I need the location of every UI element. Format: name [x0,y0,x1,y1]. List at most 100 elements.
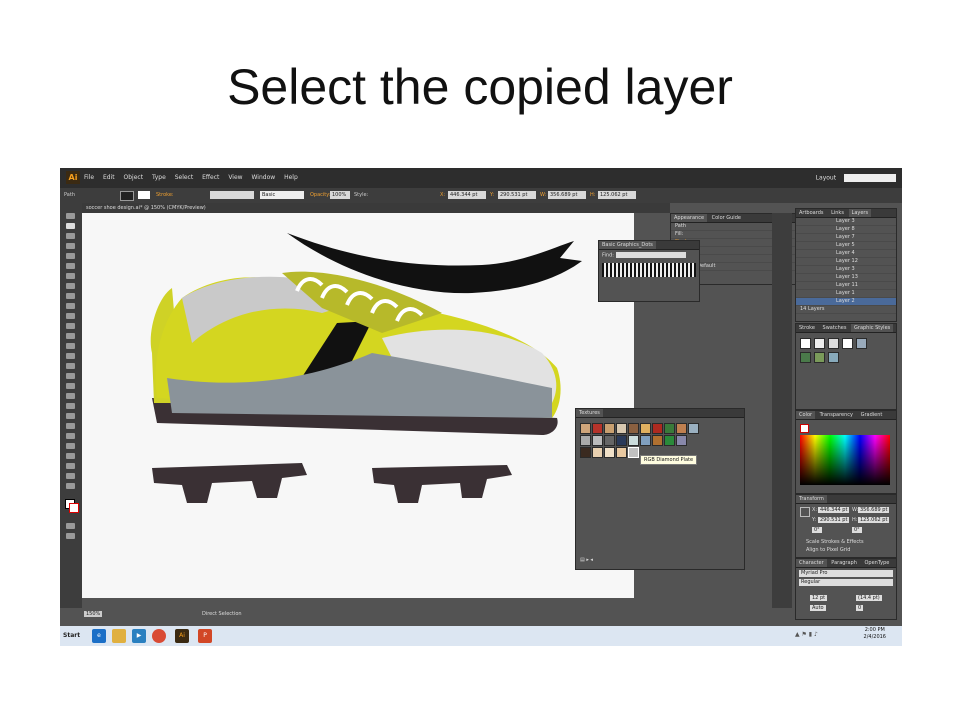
style-swatch[interactable] [856,338,867,349]
lasso-tool-icon[interactable] [66,243,75,249]
y-field[interactable]: 290.531 pt [498,191,536,199]
artboard-tool-icon[interactable] [66,453,75,459]
layer-row[interactable]: Layer 12 [796,258,896,266]
font-style-field[interactable]: Regular [799,579,893,586]
magic-wand-tool-icon[interactable] [66,233,75,239]
layer-row[interactable]: Layer 3 [796,266,896,274]
reference-point-icon[interactable] [800,507,810,517]
menu-file[interactable]: File [84,174,94,181]
pencil-tool-icon[interactable] [66,303,75,309]
texture-swatch[interactable] [604,423,615,434]
texture-swatch[interactable] [616,423,627,434]
texture-swatch-selected[interactable] [628,447,639,458]
menu-object[interactable]: Object [124,174,144,181]
slice-tool-icon[interactable] [66,463,75,469]
draw-mode-icon[interactable] [66,523,75,529]
texture-swatch[interactable] [604,447,615,458]
menu-help[interactable]: Help [284,174,298,181]
pen-tool-icon[interactable] [66,253,75,259]
line-tool-icon[interactable] [66,273,75,279]
texture-swatch[interactable] [688,423,699,434]
shape-builder-tool-icon[interactable] [66,373,75,379]
tab-swatches[interactable]: Swatches [820,324,850,332]
menu-effect[interactable]: Effect [202,174,219,181]
fill-swatch[interactable] [120,191,134,201]
layer-row[interactable]: Layer 7 [796,234,896,242]
texture-swatch[interactable] [664,423,675,434]
mesh-tool-icon[interactable] [66,393,75,399]
document-tab-label[interactable]: soccer shoe design.ai* @ 150% (CMYK/Prev… [86,205,206,211]
texture-swatch[interactable] [592,423,603,434]
blob-brush-tool-icon[interactable] [66,313,75,319]
perspective-grid-tool-icon[interactable] [66,383,75,389]
style-swatch[interactable] [828,338,839,349]
layer-row[interactable]: Layer 13 [796,274,896,282]
column-graph-tool-icon[interactable] [66,443,75,449]
texture-swatch[interactable] [580,435,591,446]
menu-view[interactable]: View [228,174,242,181]
texture-swatch[interactable] [676,423,687,434]
align-pixel-checkbox[interactable]: Align to Pixel Grid [806,547,850,553]
tab-links[interactable]: Links [828,209,847,217]
zoom-tool-icon[interactable] [66,483,75,489]
rotate-tool-icon[interactable] [66,333,75,339]
tab-character[interactable]: Character [796,559,827,567]
shoe-artwork[interactable] [82,213,634,598]
help-search-input[interactable] [844,174,896,182]
tab-gradient[interactable]: Gradient [858,411,886,419]
direct-selection-tool-icon[interactable] [66,223,75,229]
texture-swatch[interactable] [592,447,603,458]
texture-swatch[interactable] [604,435,615,446]
artboard[interactable] [82,213,634,598]
menu-select[interactable]: Select [175,174,194,181]
layer-row-selected[interactable]: Layer 2 [796,298,896,306]
ie-icon[interactable]: e [92,629,106,643]
texture-swatch[interactable] [676,435,687,446]
style-swatch[interactable] [814,338,825,349]
tracking-field[interactable]: 0 [856,605,864,611]
tab-color[interactable]: Color [796,411,816,419]
transform-x-field[interactable]: 446.344 pt [818,507,850,513]
dots-swatch-strip[interactable] [602,262,696,277]
type-tool-icon[interactable] [66,263,75,269]
tab-transparency[interactable]: Transparency [817,411,856,419]
style-swatch[interactable] [800,338,811,349]
layer-row[interactable]: Layer 1 [796,290,896,298]
stroke-color-icon[interactable] [69,503,79,513]
texture-swatch[interactable] [640,435,651,446]
transform-w-field[interactable]: 356.689 pt [858,507,890,513]
font-size-field[interactable]: 12 pt [810,595,828,601]
tab-paragraph[interactable]: Paragraph [828,559,860,567]
rectangle-tool-icon[interactable] [66,283,75,289]
texture-swatch[interactable] [628,423,639,434]
transform-y-field[interactable]: 290.531 pt [818,517,850,523]
x-field[interactable]: 446.344 pt [448,191,486,199]
menu-type[interactable]: Type [152,174,166,181]
kerning-field[interactable]: Auto [810,605,826,611]
find-input[interactable] [615,252,686,258]
layer-row[interactable]: Layer 4 [796,250,896,258]
style-swatch[interactable] [800,352,811,363]
illustrator-taskbar-icon[interactable]: Ai [175,629,189,643]
layer-row[interactable]: Layer 5 [796,242,896,250]
eraser-tool-icon[interactable] [66,323,75,329]
scale-strokes-checkbox[interactable]: Scale Strokes & Effects [806,539,864,545]
tab-layers[interactable]: Layers [848,209,872,217]
texture-swatch[interactable] [592,435,603,446]
zoom-level-field[interactable]: 150% [84,611,103,617]
menu-window[interactable]: Window [252,174,276,181]
color-fill-icon[interactable] [800,424,809,433]
stroke-swatch[interactable] [138,191,150,199]
clock[interactable]: 2:00 PM 2/4/2016 [864,627,886,641]
style-swatch[interactable] [828,352,839,363]
texture-swatch[interactable] [664,435,675,446]
symbol-sprayer-tool-icon[interactable] [66,433,75,439]
w-field[interactable]: 356.689 pt [548,191,586,199]
stroke-weight-field[interactable] [210,191,254,199]
texture-swatch[interactable] [616,447,627,458]
stroke-label[interactable]: Stroke: [156,192,174,198]
texture-swatch[interactable] [580,447,591,458]
opacity-label[interactable]: Opacity: [310,192,331,198]
layer-row[interactable]: Layer 3 [796,218,896,226]
layer-row[interactable]: Layer 8 [796,226,896,234]
